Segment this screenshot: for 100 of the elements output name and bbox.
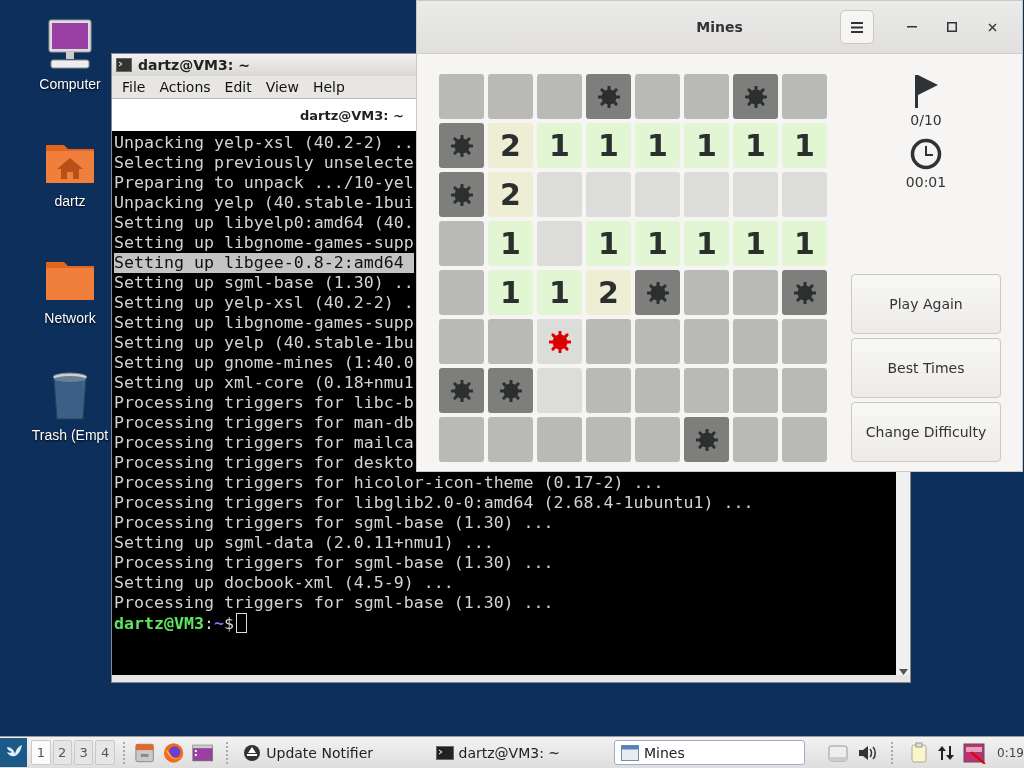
flag-counter: 0/10	[910, 112, 942, 128]
number-tile: 1	[488, 270, 533, 315]
covered-tile[interactable]	[684, 319, 729, 364]
shell-prompt: dartz@VM3:~$	[114, 613, 896, 634]
terminal-line: Setting up libyelp0:amd64 (40.	[114, 213, 414, 233]
number-tile: 1	[586, 221, 631, 266]
flag-icon	[913, 74, 939, 108]
covered-tile[interactable]	[635, 74, 680, 119]
game-button[interactable]: Change Difficulty	[851, 402, 1001, 462]
empty-tile	[635, 172, 680, 217]
terminal-line: Setting up libgnome-games-supp	[114, 313, 414, 333]
number-tile: 1	[782, 123, 827, 168]
icon-label: Trash (Empt	[31, 427, 109, 443]
terminal-line: Processing triggers for man-db	[114, 413, 414, 433]
taskbar-task[interactable]: Update Notifier	[236, 740, 421, 765]
start-button[interactable]	[0, 738, 28, 767]
workspace-button[interactable]: 3	[73, 740, 94, 765]
number-tile: 1	[586, 123, 631, 168]
terminal-tab[interactable]: dartz@VM3: ~	[300, 107, 404, 123]
covered-tile[interactable]	[684, 270, 729, 315]
window-title: Mines	[696, 19, 743, 35]
mine-icon	[548, 330, 571, 353]
covered-tile[interactable]	[439, 319, 484, 364]
clipboard-icon[interactable]	[909, 741, 930, 764]
text-cursor	[235, 613, 247, 633]
terminal-line: Processing triggers for sgml-base (1.30) ...	[114, 513, 555, 533]
mine-icon	[597, 85, 620, 108]
covered-tile[interactable]	[439, 74, 484, 119]
taskbar-task[interactable]: Mines	[614, 740, 806, 765]
maximize-icon	[947, 22, 957, 32]
mine-icon	[646, 281, 669, 304]
game-button[interactable]: Play Again	[851, 274, 1001, 334]
terminal-line: Processing triggers for sgml-base (1.30) ...	[114, 593, 555, 613]
menu-item[interactable]: View	[265, 79, 299, 95]
browser-icon[interactable]	[161, 740, 186, 765]
terminal-line: Preparing to unpack .../10-yel	[114, 173, 414, 193]
volume-icon[interactable]	[857, 743, 878, 762]
terminal-line: Processing triggers for deskto	[114, 453, 414, 473]
taskbar-task[interactable]: dartz@VM3: ~	[428, 740, 606, 765]
menu-item[interactable]: Actions	[159, 79, 211, 95]
number-tile: 1	[537, 123, 582, 168]
covered-tile[interactable]	[488, 74, 533, 119]
scrollbar[interactable]	[896, 471, 910, 675]
terminal-line: Setting up yelp (40.stable-1bu	[114, 333, 414, 353]
covered-tile[interactable]	[733, 270, 778, 315]
menu-button[interactable]	[840, 10, 874, 44]
game-button[interactable]: Best Times	[851, 338, 1001, 398]
mine-icon	[793, 281, 816, 304]
terminal-line: Setting up sgml-data (2.0.11+nmu1) ...	[114, 533, 495, 553]
menu-item[interactable]: File	[122, 79, 146, 95]
covered-tile[interactable]	[488, 319, 533, 364]
clock: 0:19	[997, 745, 1024, 760]
terminal-line: Processing triggers for mailca	[114, 433, 414, 453]
covered-tile[interactable]	[586, 417, 631, 462]
menu-item[interactable]: Help	[312, 79, 345, 95]
covered-tile[interactable]	[635, 417, 680, 462]
menu-item[interactable]: Edit	[224, 79, 252, 95]
terminal-line: Setting up xml-core (0.18+nmu1	[114, 373, 414, 393]
covered-tile[interactable]	[537, 417, 582, 462]
terminal-line: Processing triggers for libglib2.0-0:amd64 (2.68.4-1ubuntu1) ...	[114, 493, 755, 513]
covered-tile[interactable]	[733, 417, 778, 462]
workspace-button[interactable]: 2	[52, 740, 72, 765]
covered-tile[interactable]	[782, 417, 827, 462]
number-tile: 1	[782, 221, 827, 266]
covered-tile[interactable]	[439, 221, 484, 266]
covered-tile[interactable]	[439, 270, 484, 315]
number-tile: 1	[684, 123, 729, 168]
covered-tile[interactable]	[586, 319, 631, 364]
icon-label: dartz	[54, 193, 86, 209]
mine-icon	[744, 85, 767, 108]
network-icon[interactable]	[937, 743, 956, 762]
covered-tile[interactable]	[537, 74, 582, 119]
covered-tile[interactable]	[635, 368, 680, 413]
covered-tile[interactable]	[586, 368, 631, 413]
terminal-line: Processing triggers for hicolor-icon-theme (0.17-2) ...	[114, 473, 665, 493]
workspace-button[interactable]: 1	[31, 740, 51, 765]
terminal-line: Setting up yelp-xsl (40.2-2) .	[114, 293, 414, 313]
number-tile: 1	[635, 123, 680, 168]
covered-tile[interactable]	[782, 319, 827, 364]
terminal-line: Setting up sgml-base (1.30) ..	[114, 273, 414, 293]
covered-tile[interactable]	[684, 368, 729, 413]
covered-tile[interactable]	[733, 368, 778, 413]
empty-tile	[684, 172, 729, 217]
mine-icon	[450, 134, 473, 157]
terminal-line: Setting up gnome-mines (1:40.0	[114, 353, 414, 373]
close-icon	[987, 22, 997, 32]
covered-tile[interactable]	[439, 417, 484, 462]
terminal-line: Unpacking yelp-xsl (40.2-2) ..	[114, 133, 414, 153]
covered-tile[interactable]	[782, 368, 827, 413]
menu-icon	[851, 21, 863, 33]
covered-tile[interactable]	[635, 319, 680, 364]
update-icon	[243, 743, 262, 762]
covered-tile[interactable]	[733, 319, 778, 364]
covered-tile[interactable]	[782, 74, 827, 119]
number-tile: 2	[488, 172, 533, 217]
terminal-line: Setting up docbook-xml (4.5-9) ...	[114, 573, 455, 593]
covered-tile[interactable]	[488, 417, 533, 462]
workspace-button[interactable]: 4	[95, 740, 115, 765]
covered-tile[interactable]	[684, 74, 729, 119]
number-tile: 1	[733, 221, 778, 266]
